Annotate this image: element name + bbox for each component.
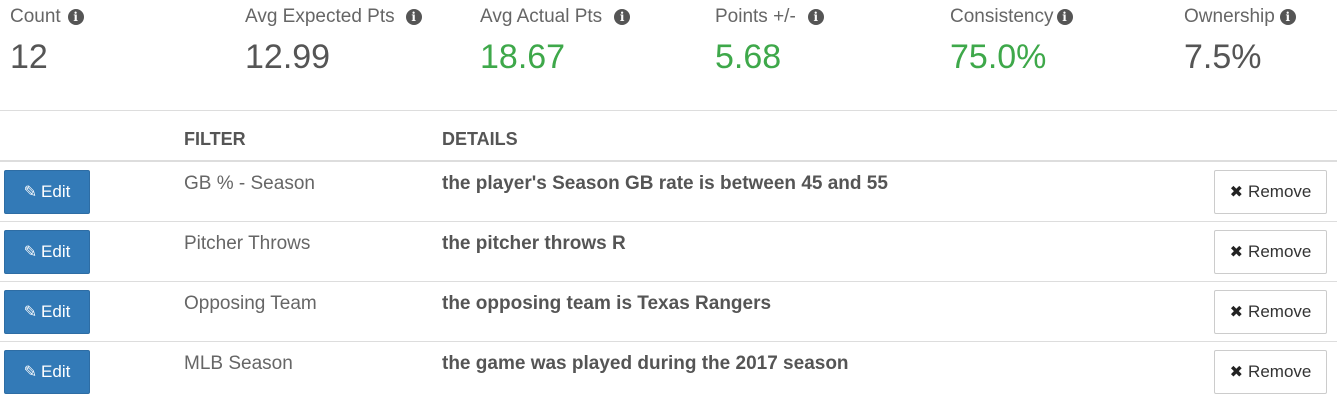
filter-name: Pitcher Throws [184,233,311,254]
table-row: ✎ Edit GB % - Season the player's Season … [0,162,1337,222]
stat-label: Avg Actual Pts [480,6,603,27]
edit-icon: ✎ [23,184,38,201]
stat-label: Points +/- [715,6,796,27]
remove-label: Remove [1248,302,1312,321]
stat-label: Count [10,6,61,27]
info-circle-icon[interactable]: i [614,9,631,25]
stat-consistency: Consistency i 75.0% [950,6,1073,77]
stat-avg-actual-pts: Avg Actual Pts i 18.67 [480,6,631,77]
close-icon: ✖ [1229,184,1244,201]
stat-label: Ownership [1184,6,1275,27]
edit-label: Edit [41,362,71,381]
column-header-filter: FILTER [184,129,246,149]
filter-details: the pitcher throws R [442,233,626,254]
table-row: ✎ Edit Opposing Team the opposing team is… [0,282,1337,342]
edit-icon: ✎ [23,304,38,321]
close-icon: ✖ [1229,364,1244,381]
stat-value: 5.68 [715,38,782,76]
filter-name: Opposing Team [184,293,317,314]
remove-button[interactable]: ✖ Remove [1214,290,1327,334]
info-circle-icon[interactable]: i [807,9,824,25]
filter-details: the player's Season GB rate is between 4… [442,173,888,194]
edit-label: Edit [41,242,71,261]
stat-value: 75.0% [950,38,1047,76]
edit-button[interactable]: ✎ Edit [4,350,90,394]
remove-label: Remove [1248,182,1312,201]
stat-value: 7.5% [1184,38,1262,76]
table-row: ✎ Edit MLB Season the game was played dur… [0,342,1337,402]
edit-icon: ✎ [23,244,38,261]
table-row: ✎ Edit Pitcher Throws the pitcher throws … [0,222,1337,282]
remove-label: Remove [1248,242,1312,261]
edit-label: Edit [41,302,71,321]
info-circle-icon[interactable]: i [1056,9,1073,25]
filter-details: the opposing team is Texas Rangers [442,293,772,314]
table-header: FILTER DETAILS [0,111,1337,160]
info-circle-icon[interactable]: i [405,9,422,25]
edit-button[interactable]: ✎ Edit [4,230,90,274]
stats-bar: Count i 12 Avg Expected Pts i 12.99 Avg Ac… [0,0,1337,110]
stat-points-diff: Points +/- i 5.68 [715,6,824,77]
stat-avg-expected-pts: Avg Expected Pts i 12.99 [245,6,422,77]
remove-label: Remove [1248,362,1312,381]
edit-icon: ✎ [23,364,38,381]
edit-button[interactable]: ✎ Edit [4,290,90,334]
stat-ownership: Ownership i 7.5% [1184,6,1296,77]
stat-value: 18.67 [480,38,566,76]
edit-label: Edit [41,182,71,201]
stat-value: 12.99 [245,38,331,76]
info-circle-icon[interactable]: i [1279,9,1296,25]
remove-button[interactable]: ✖ Remove [1214,230,1327,274]
close-icon: ✖ [1229,244,1244,261]
remove-button[interactable]: ✖ Remove [1214,170,1327,214]
close-icon: ✖ [1229,304,1244,321]
stat-label: Consistency [950,6,1054,27]
stat-count: Count i 12 [10,6,84,77]
stat-label: Avg Expected Pts [245,6,395,27]
filter-name: GB % - Season [184,173,315,194]
filter-name: MLB Season [184,353,293,374]
stat-value: 12 [10,38,48,76]
column-header-details: DETAILS [442,129,518,149]
info-circle-icon[interactable]: i [67,9,84,25]
filter-details: the game was played during the 2017 seas… [442,353,849,374]
remove-button[interactable]: ✖ Remove [1214,350,1327,394]
edit-button[interactable]: ✎ Edit [4,170,90,214]
